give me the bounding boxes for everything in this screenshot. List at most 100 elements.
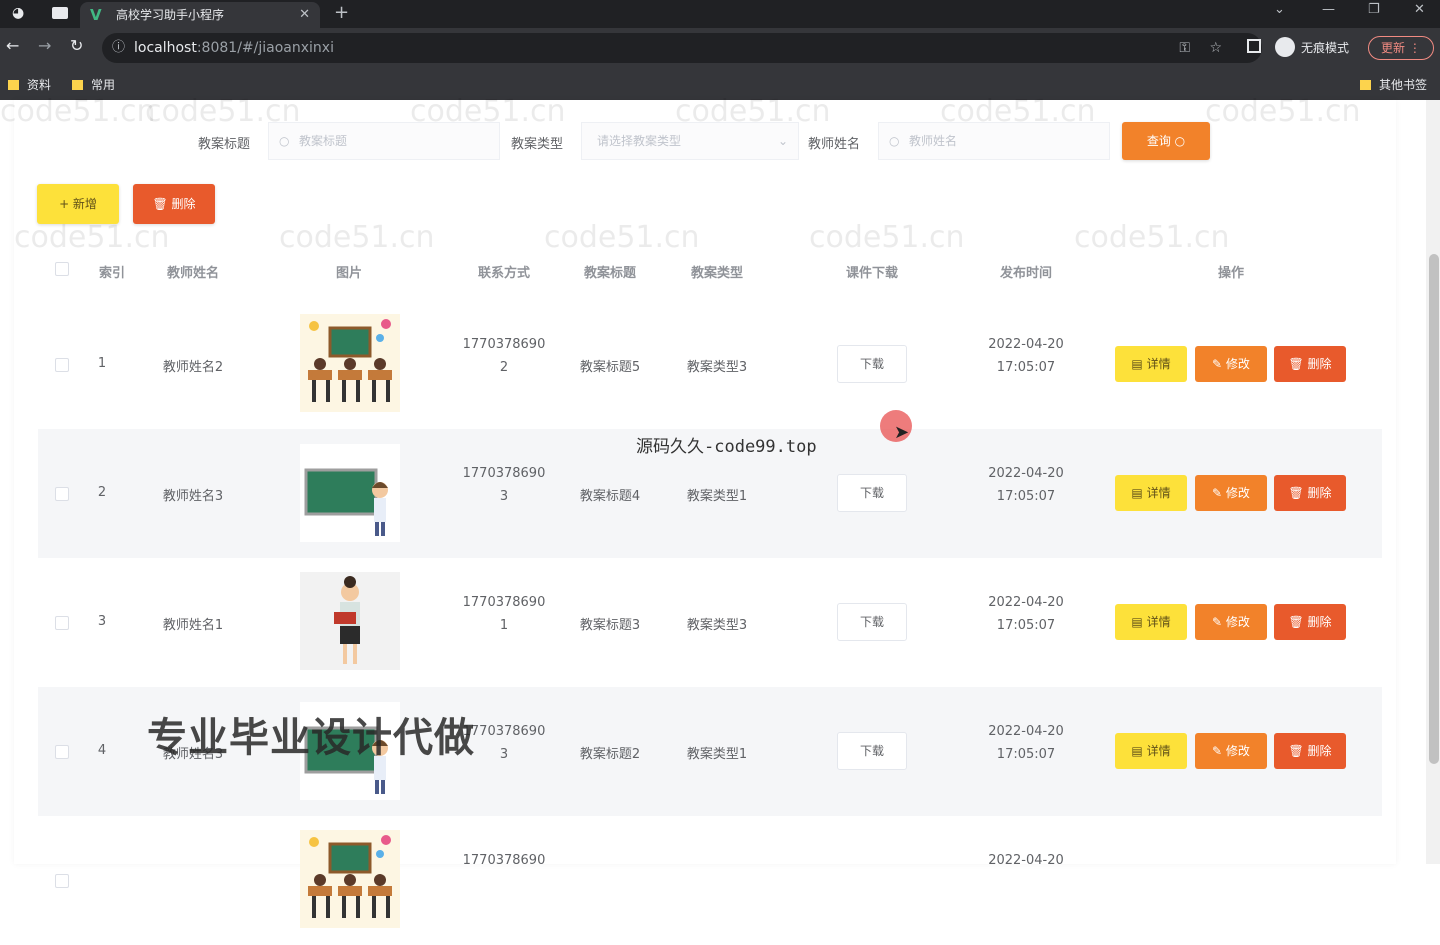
- batch-delete-button[interactable]: 🗑 删除: [133, 184, 215, 224]
- header-download: 课件下载: [845, 266, 899, 281]
- teacher-search-label: 教师姓名: [808, 137, 861, 152]
- close-tab-icon[interactable]: ✕: [299, 2, 310, 28]
- header-time: 发布时间: [999, 266, 1053, 281]
- table-row: 1770378690 2022-04-20: [38, 816, 1382, 945]
- key-icon[interactable]: ⚿: [1179, 33, 1190, 63]
- row-checkbox[interactable]: [55, 487, 69, 501]
- search-icon: ○: [1174, 134, 1186, 148]
- header-image: 图片: [335, 266, 363, 281]
- row-image[interactable]: [300, 314, 400, 412]
- row-contact: 1770378690 1: [462, 595, 546, 633]
- teacher-search-placeholder: 教师姓名: [909, 134, 958, 148]
- forward-icon[interactable]: →: [38, 36, 51, 55]
- scrollbar-thumb[interactable]: [1429, 254, 1439, 764]
- address-bar-row: ← → ↻ ⓘ localhost:8081/#/jiaoanxinxi ⚿ ☆…: [0, 28, 1440, 68]
- row-title: 教案标题5: [579, 360, 641, 375]
- vue-logo-icon: V: [90, 6, 102, 24]
- tab-title: 高校学习助手小程序: [116, 8, 225, 22]
- trash-icon: 🗑: [1288, 615, 1304, 629]
- restore-icon[interactable]: ❐: [1368, 2, 1380, 17]
- type-select[interactable]: 请选择教案类型 ⌄: [581, 122, 799, 160]
- trash-icon: 🗑: [1288, 357, 1304, 371]
- update-label: 更新: [1381, 41, 1406, 55]
- row-type: 教案类型1: [686, 489, 748, 504]
- folder-icon: [1360, 80, 1371, 90]
- add-button[interactable]: + 新增: [37, 184, 119, 224]
- row-checkbox[interactable]: [55, 358, 69, 372]
- title-search-label: 教案标题: [198, 137, 251, 152]
- header-type: 教案类型: [690, 266, 744, 281]
- edit-button[interactable]: ✎ 修改: [1195, 733, 1267, 769]
- download-button[interactable]: 下载: [837, 732, 907, 770]
- browser-menu-icon[interactable]: ◕: [12, 5, 24, 21]
- active-tab[interactable]: V 高校学习助手小程序 ✕: [80, 2, 320, 28]
- url-field[interactable]: ⓘ localhost:8081/#/jiaoanxinxi ⚿ ☆: [102, 33, 1262, 63]
- row-publish-time: 2022-04-20 17:05:07: [988, 466, 1064, 504]
- edit-button[interactable]: ✎ 修改: [1195, 604, 1267, 640]
- delete-button[interactable]: 🗑 删除: [1274, 475, 1346, 511]
- header-contact: 联系方式: [477, 266, 531, 281]
- delete-button[interactable]: 🗑 删除: [1274, 733, 1346, 769]
- row-teacher: 教师姓名1: [162, 618, 224, 633]
- new-tab-icon[interactable]: +: [334, 2, 349, 23]
- pencil-icon: ✎: [1212, 744, 1223, 758]
- row-checkbox[interactable]: [55, 745, 69, 759]
- row-publish-time: 2022-04-20: [988, 853, 1064, 868]
- row-image[interactable]: [300, 572, 400, 670]
- delete-button[interactable]: 🗑 删除: [1274, 604, 1346, 640]
- edit-button[interactable]: ✎ 修改: [1195, 346, 1267, 382]
- edit-button[interactable]: ✎ 修改: [1195, 475, 1267, 511]
- incognito-indicator[interactable]: 无痕模式: [1275, 37, 1349, 57]
- row-title: 教案标题2: [579, 747, 641, 762]
- row-teacher: 教师姓名2: [162, 360, 224, 375]
- row-contact: 1770378690 2: [462, 337, 546, 375]
- delete-button[interactable]: 🗑 删除: [1274, 346, 1346, 382]
- download-button[interactable]: 下载: [837, 603, 907, 641]
- download-button[interactable]: 下载: [837, 474, 907, 512]
- row-image[interactable]: [300, 444, 400, 542]
- minimize-icon[interactable]: —: [1322, 2, 1335, 17]
- pencil-icon: ✎: [1212, 486, 1223, 500]
- detail-button[interactable]: ▤ 详情: [1115, 346, 1187, 382]
- table-row: 1 教师姓名2 1770378690 2 教案标题5 教案类型3 下载 2022-04-20 1…: [38, 300, 1382, 429]
- search-button[interactable]: 查询 ○: [1122, 122, 1210, 160]
- title-search-placeholder: 教案标题: [299, 134, 348, 148]
- bookmark-folder-changyong[interactable]: 常用: [72, 76, 115, 93]
- detail-button[interactable]: ▤ 详情: [1115, 475, 1187, 511]
- tab-search-icon[interactable]: [52, 7, 68, 19]
- detail-button[interactable]: ▤ 详情: [1115, 733, 1187, 769]
- side-panel-icon[interactable]: [1247, 39, 1261, 53]
- select-all-checkbox[interactable]: [55, 262, 69, 276]
- tab-list-icon[interactable]: ⌄: [1274, 2, 1285, 17]
- update-button[interactable]: 更新 ⋮: [1368, 36, 1434, 60]
- teacher-search-input[interactable]: ○ 教师姓名: [878, 122, 1110, 160]
- row-contact: 1770378690 3: [462, 466, 546, 504]
- tab-strip: ◕ V 高校学习助手小程序 ✕ + ⌄ — ❐ ✕: [0, 0, 1440, 28]
- bookmark-folder-ziliao[interactable]: 资料: [8, 76, 51, 93]
- row-index: 4: [97, 743, 107, 758]
- search-icon: ○: [279, 134, 290, 148]
- row-type: 教案类型1: [686, 747, 748, 762]
- other-bookmarks[interactable]: 其他书签: [1360, 76, 1427, 93]
- url-host: localhost: [134, 40, 197, 56]
- bookmark-label: 常用: [91, 78, 116, 92]
- pencil-icon: ✎: [1212, 615, 1223, 629]
- row-checkbox[interactable]: [55, 616, 69, 630]
- row-publish-time: 2022-04-20 17:05:07: [988, 595, 1064, 633]
- row-image[interactable]: [300, 830, 400, 928]
- type-select-label: 教案类型: [511, 137, 564, 152]
- site-info-icon[interactable]: ⓘ: [112, 33, 125, 63]
- row-type: 教案类型3: [686, 618, 748, 633]
- document-icon: ▤: [1131, 357, 1143, 371]
- back-icon[interactable]: ←: [6, 36, 19, 55]
- close-window-icon[interactable]: ✕: [1414, 2, 1425, 17]
- promo-overlay-text: 专业毕业设计代做: [147, 715, 475, 761]
- title-search-input[interactable]: ○ 教案标题: [268, 122, 500, 160]
- row-checkbox[interactable]: [55, 874, 69, 888]
- source-overlay-text: 源码久久-code99.top: [636, 437, 817, 457]
- download-button[interactable]: 下载: [837, 345, 907, 383]
- chevron-down-icon: ⌄: [777, 134, 788, 148]
- reload-icon[interactable]: ↻: [70, 36, 83, 55]
- bookmark-star-icon[interactable]: ☆: [1209, 33, 1222, 63]
- detail-button[interactable]: ▤ 详情: [1115, 604, 1187, 640]
